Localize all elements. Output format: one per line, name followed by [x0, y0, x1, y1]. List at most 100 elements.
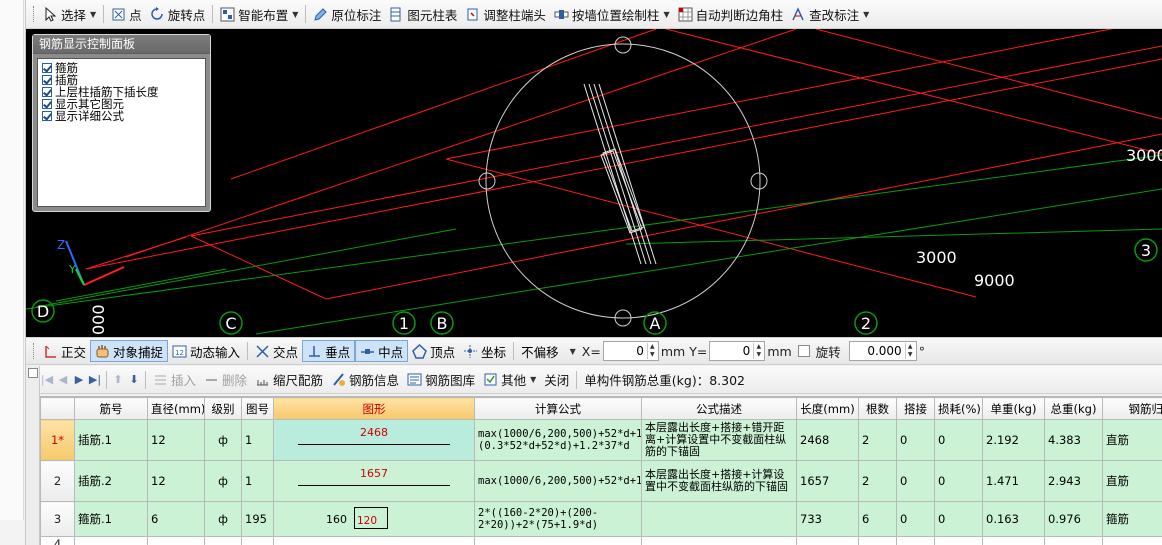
insert-button[interactable]: 插入 — [149, 369, 200, 391]
checkbox-checked-icon[interactable] — [42, 99, 52, 109]
rebar-library-button[interactable]: 钢筋图库 — [403, 369, 479, 391]
y-input[interactable]: 0 ▲ ▼ — [709, 341, 766, 361]
rotate-checkbox[interactable] — [797, 345, 810, 357]
cell-lap[interactable]: 0 — [896, 460, 935, 502]
smart-layout-button[interactable]: 智能布置 ▼ — [216, 3, 302, 25]
row-number[interactable]: 1* — [40, 419, 75, 461]
coordinate-snap-button[interactable]: 坐标 — [459, 340, 510, 362]
header-length[interactable]: 长度(mm) — [796, 397, 859, 420]
cell-length[interactable]: 2468 — [796, 419, 859, 461]
cell-length[interactable]: 1657 — [796, 460, 859, 502]
cell-total-weight[interactable]: 0.976 — [1044, 501, 1103, 537]
object-snap-button[interactable]: 对象捕捉 — [90, 340, 169, 362]
close-button[interactable]: 关闭 — [540, 369, 573, 391]
x-input[interactable]: 0 ▲ ▼ — [602, 341, 659, 361]
cell-shape[interactable]: 2468 — [273, 419, 475, 461]
header-fig-no[interactable]: 图号 — [241, 397, 274, 420]
chevron-down-icon[interactable]: ▼ — [570, 347, 576, 356]
cell-name[interactable]: 插筋.2 — [74, 460, 148, 502]
cell-loss[interactable]: 0 — [934, 419, 983, 461]
adjust-column-end-button[interactable]: 调整柱端头 — [461, 3, 550, 25]
scale-rebar-button[interactable]: 缩尺配筋 — [251, 369, 327, 391]
cell-count[interactable]: 2 — [858, 460, 897, 502]
cell-formula[interactable]: 2*((160-2*20)+(200-2*20))+2*(75+1.9*d) — [474, 501, 642, 537]
header-loss[interactable]: 损耗(%) — [934, 397, 983, 420]
chevron-down-icon[interactable]: ▼ — [530, 375, 536, 384]
header-total-weight[interactable]: 总重(kg) — [1044, 397, 1103, 420]
spinner-icon[interactable]: ▲ ▼ — [646, 343, 657, 359]
row-number[interactable]: 4 — [40, 536, 75, 545]
table-row[interactable]: 4 — [40, 536, 1162, 545]
check-annotation-button[interactable]: 查改标注 ▼ — [787, 3, 873, 25]
cell-grade[interactable]: ф — [204, 460, 242, 502]
element-table-button[interactable]: 图元柱表 — [385, 3, 461, 25]
cell-name[interactable]: 箍筋.1 — [74, 501, 148, 537]
table-row[interactable]: 3 箍筋.1 6 ф 195 160 120 2*((160-2*20)+(20… — [40, 501, 1162, 537]
cell-unit-weight[interactable]: 1.471 — [982, 460, 1045, 502]
other-button[interactable]: 其他 ▼ — [479, 369, 540, 391]
previous-record-icon[interactable]: ◀ — [55, 372, 71, 388]
checkbox-checked-icon[interactable] — [42, 111, 52, 121]
checkbox-checked-icon[interactable] — [42, 87, 52, 97]
header-name[interactable]: 筋号 — [74, 397, 148, 420]
intersection-snap-button[interactable]: 交点 — [251, 340, 302, 362]
cell-diameter[interactable]: 12 — [147, 419, 205, 461]
header-diameter[interactable]: 直径(mm) — [147, 397, 205, 420]
cell-formula[interactable]: max(1000/6,200,500)+52*d+1.2*37*d — [474, 460, 642, 502]
cell-fig-no[interactable]: 195 — [241, 501, 274, 537]
rotate-input[interactable]: 0.000 ▲ ▼ — [848, 341, 917, 361]
delete-button[interactable]: 删除 — [200, 369, 251, 391]
cell-description[interactable]: 本层露出长度+搭接+错开距离+计算设置中不变截面柱纵筋的下锚固 — [641, 419, 797, 461]
dynamic-input-button[interactable]: 12 动态输入 — [168, 340, 244, 362]
cell-category[interactable]: 箍筋 — [1102, 501, 1162, 537]
select-button[interactable]: 选择 ▼ — [39, 3, 100, 25]
header-count[interactable]: 根数 — [858, 397, 897, 420]
table-row[interactable]: 1* 插筋.1 12 ф 1 2468 max(1000/6,200,500)+… — [40, 419, 1162, 461]
cell-name[interactable]: 插筋.1 — [74, 419, 148, 461]
chevron-down-icon[interactable]: ▼ — [90, 10, 96, 19]
midpoint-snap-button[interactable]: 中点 — [355, 340, 409, 362]
cell-diameter[interactable]: 12 — [147, 460, 205, 502]
point-button[interactable]: 点 — [107, 3, 146, 25]
move-up-icon[interactable]: ⬆ — [110, 372, 126, 388]
checkbox-checked-icon[interactable] — [42, 75, 52, 85]
cell-unit-weight[interactable]: 0.163 — [982, 501, 1045, 537]
rotate-point-button[interactable]: 旋转点 — [146, 3, 210, 25]
cell-formula[interactable]: max(1000/6,200,500)+52*d+1*(0.3*52*d+52*… — [474, 419, 642, 461]
cell-count[interactable]: 2 — [858, 419, 897, 461]
cell-description[interactable]: 本层露出长度+搭接+计算设置中不变截面柱纵筋的下锚固 — [641, 460, 797, 502]
spinner-icon[interactable]: ▲ ▼ — [753, 343, 763, 359]
cell-description[interactable] — [641, 501, 797, 537]
draw-by-wall-button[interactable]: 按墙位置绘制柱 ▼ — [550, 3, 674, 25]
move-down-icon[interactable]: ⬇ — [126, 372, 142, 388]
header-category[interactable]: 钢筋归类 — [1102, 397, 1162, 420]
cell-fig-no[interactable]: 1 — [241, 419, 274, 461]
vertex-snap-button[interactable]: 顶点 — [408, 340, 459, 362]
checkbox-checked-icon[interactable] — [42, 63, 52, 73]
header-description[interactable]: 公式描述 — [641, 397, 797, 420]
spinner-icon[interactable]: ▲ ▼ — [904, 343, 915, 359]
cell-total-weight[interactable]: 4.383 — [1044, 419, 1103, 461]
cell-unit-weight[interactable]: 2.192 — [982, 419, 1045, 461]
rebar-info-button[interactable]: 钢筋信息 — [327, 369, 403, 391]
origin-annotation-button[interactable]: 原位标注 — [309, 3, 385, 25]
cell-fig-no[interactable]: 1 — [241, 460, 274, 502]
cell-diameter[interactable]: 6 — [147, 501, 205, 537]
cad-viewport[interactable]: D C 1 B A 2 3 3000 9000 3000 000 Z Y 钢筋显… — [26, 29, 1162, 337]
cell-length[interactable]: 733 — [796, 501, 859, 537]
chevron-down-icon[interactable]: ▼ — [863, 10, 869, 19]
next-record-icon[interactable]: ▶ — [71, 372, 87, 388]
cell-total-weight[interactable]: 2.943 — [1044, 460, 1103, 502]
first-record-icon[interactable]: |◀ — [39, 372, 55, 388]
cell-category[interactable]: 直筋 — [1102, 460, 1162, 502]
row-number[interactable]: 2 — [40, 460, 75, 502]
cell-category[interactable]: 直筋 — [1102, 419, 1162, 461]
cell-grade[interactable]: ф — [204, 419, 242, 461]
header-shape[interactable]: 图形 — [273, 397, 475, 420]
chevron-down-icon[interactable]: ▼ — [663, 10, 669, 19]
header-lap[interactable]: 搭接 — [896, 397, 935, 420]
header-grade[interactable]: 级别 — [204, 397, 242, 420]
table-row[interactable]: 2 插筋.2 12 ф 1 1657 max(1000/6,200,500)+5… — [40, 460, 1162, 502]
chevron-down-icon[interactable]: ▼ — [292, 10, 298, 19]
option-show-formula[interactable]: 显示详细公式 — [42, 110, 201, 122]
